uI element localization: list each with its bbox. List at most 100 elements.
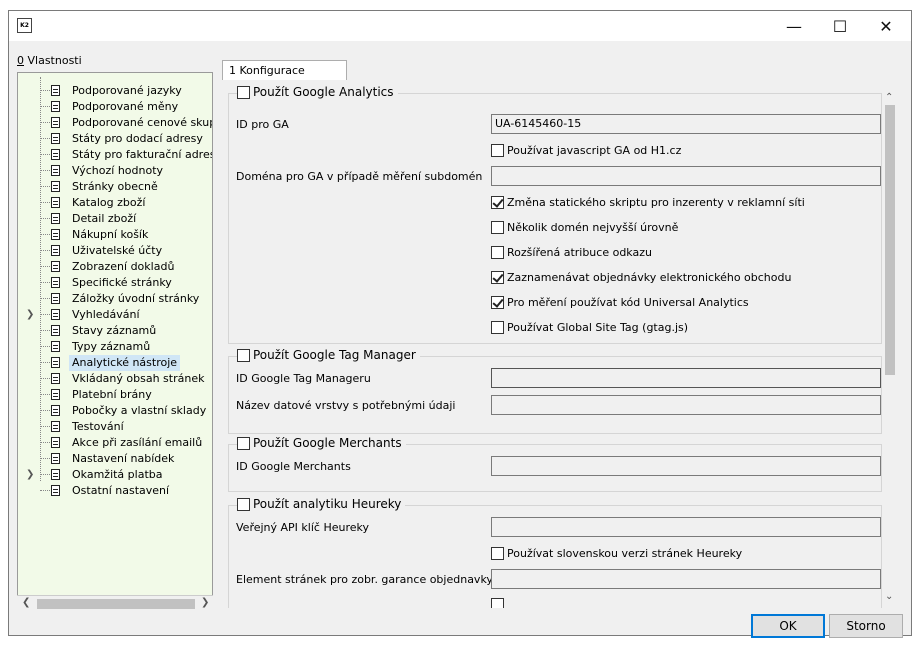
- document-icon: [51, 453, 60, 464]
- gtm-group: Použít Google Tag Manager ID Google Tag …: [228, 348, 882, 434]
- expand-chevron-icon[interactable]: ❯: [26, 467, 34, 483]
- tree-item-label: Záložky úvodní stránky: [72, 292, 200, 305]
- tree-connector: [40, 202, 50, 203]
- gtm-id-label: ID Google Tag Manageru: [236, 372, 371, 385]
- document-icon: [51, 389, 60, 400]
- tree-item-label: Specifické stránky: [72, 276, 172, 289]
- document-icon: [51, 117, 60, 128]
- ok-button[interactable]: OK: [751, 614, 825, 638]
- maximize-button[interactable]: ☐: [817, 11, 863, 41]
- document-icon: [51, 421, 60, 432]
- ga-ecommerce-label: Zaznamenávat objednávky elektronického o…: [507, 271, 792, 284]
- tree-connector: [40, 122, 50, 123]
- ga-ecommerce-row[interactable]: Zaznamenávat objednávky elektronického o…: [491, 271, 791, 284]
- document-icon: [51, 245, 60, 256]
- content-scroll-thumb[interactable]: [885, 105, 895, 375]
- sidebar-title: 0 Vlastnosti: [17, 54, 82, 67]
- tree-connector: [40, 346, 50, 347]
- tree-item-label: Uživatelské účty: [72, 244, 163, 257]
- heureka-header[interactable]: Použít analytiku Heureky: [237, 497, 406, 511]
- ga-domain-input[interactable]: [491, 166, 881, 186]
- ga-link-attr-checkbox[interactable]: [491, 246, 504, 259]
- document-icon: [51, 165, 60, 176]
- ga-multi-domain-checkbox[interactable]: [491, 221, 504, 234]
- tree-horizontal-scrollbar[interactable]: ❮ ❯: [17, 595, 213, 612]
- tree-item-label: Nákupní košík: [72, 228, 149, 241]
- ga-gtag-checkbox[interactable]: [491, 321, 504, 334]
- merchants-enable-checkbox[interactable]: [237, 436, 250, 450]
- tree-item-label: Stavy záznamů: [72, 324, 157, 337]
- properties-tree[interactable]: Podporované jazyky Podporované měny Podpor…: [17, 72, 213, 605]
- tree-item-label: Státy pro dodací adresy: [72, 132, 203, 145]
- expand-chevron-icon[interactable]: ❯: [26, 307, 34, 323]
- tree-item-label: Vkládaný obsah stránek: [72, 372, 205, 385]
- ga-gtag-label: Používat Global Site Tag (gtag.js): [507, 321, 689, 334]
- tree-scroll-thumb[interactable]: [37, 599, 195, 609]
- gtm-enable-checkbox[interactable]: [237, 348, 250, 362]
- tree-connector: [40, 154, 50, 155]
- merchants-group: Použít Google Merchants ID Google Mercha…: [228, 436, 882, 492]
- tree-connector: [40, 106, 50, 107]
- heureka-element-label: Element stránek pro zobr. garance objedn…: [236, 573, 493, 586]
- gtm-header-label: Použít Google Tag Manager: [253, 348, 416, 362]
- tree-item-label: Akce při zasílání emailů: [72, 436, 203, 449]
- heureka-slovak-checkbox[interactable]: [491, 547, 504, 560]
- merchants-header[interactable]: Použít Google Merchants: [237, 436, 406, 450]
- document-icon: [51, 85, 60, 96]
- document-icon: [51, 133, 60, 144]
- tree-item-label: Zobrazení dokladů: [72, 260, 175, 273]
- ga-header[interactable]: Použít Google Analytics: [237, 85, 398, 99]
- ga-static-script-checkbox[interactable]: [491, 196, 504, 209]
- tree-connector: [40, 234, 50, 235]
- tree-connector: [40, 458, 50, 459]
- ga-link-attr-row[interactable]: Rozšířená atribuce odkazu: [491, 246, 652, 259]
- close-button[interactable]: ✕: [863, 11, 909, 41]
- document-icon: [51, 341, 60, 352]
- gtm-header[interactable]: Použít Google Tag Manager: [237, 348, 420, 362]
- ga-enable-checkbox[interactable]: [237, 85, 250, 99]
- scroll-right-icon[interactable]: ❯: [201, 597, 209, 608]
- ga-id-input[interactable]: UA-6145460-15: [491, 114, 881, 134]
- ga-universal-row[interactable]: Pro měření používat kód Universal Analyt…: [491, 296, 749, 309]
- heureka-extra-row[interactable]: [491, 598, 507, 608]
- ga-multi-domain-row[interactable]: Několik domén nejvyšší úrovně: [491, 221, 678, 234]
- heureka-enable-checkbox[interactable]: [237, 497, 250, 511]
- document-icon: [51, 373, 60, 384]
- tree-connector: [40, 410, 50, 411]
- tab-configuration[interactable]: 1 Konfigurace analy...: [222, 60, 347, 97]
- document-icon: [51, 261, 60, 272]
- tree-connector: [40, 426, 50, 427]
- ga-h1-row[interactable]: Používat javascript GA od H1.cz: [491, 144, 681, 157]
- gtm-id-input[interactable]: [491, 368, 881, 388]
- merchants-id-input[interactable]: [491, 456, 881, 476]
- tree-item-label: Podporované cenové skupiny: [72, 116, 212, 129]
- gtm-datalayer-input[interactable]: [491, 395, 881, 415]
- sidebar-title-accel: 0: [17, 54, 24, 67]
- document-icon: [51, 437, 60, 448]
- tree-item-label: Státy pro fakturační adresy: [72, 148, 213, 161]
- document-icon: [51, 101, 60, 112]
- ga-ecommerce-checkbox[interactable]: [491, 271, 504, 284]
- ga-universal-checkbox[interactable]: [491, 296, 504, 309]
- tree-connector: [40, 394, 50, 395]
- tree-connector: [40, 362, 50, 363]
- scroll-left-icon[interactable]: ❮: [22, 597, 30, 608]
- scroll-down-icon[interactable]: ⌄: [885, 591, 893, 602]
- ga-gtag-row[interactable]: Používat Global Site Tag (gtag.js): [491, 321, 688, 334]
- heureka-element-input[interactable]: [491, 569, 881, 589]
- content-vertical-scrollbar[interactable]: ⌃ ⌄: [882, 91, 899, 607]
- document-icon: [51, 469, 60, 480]
- document-icon: [51, 325, 60, 336]
- heureka-slovak-row[interactable]: Používat slovenskou verzi stránek Heurek…: [491, 547, 742, 560]
- tree-item-label: Detail zboží: [72, 212, 137, 225]
- minimize-button[interactable]: —: [771, 11, 817, 41]
- ga-h1-checkbox[interactable]: [491, 144, 504, 157]
- document-icon: [51, 181, 60, 192]
- heureka-extra-checkbox[interactable]: [491, 598, 504, 608]
- tree-item-label: Nastavení nabídek: [72, 452, 175, 465]
- cancel-button[interactable]: Storno: [829, 614, 903, 638]
- document-icon: [51, 149, 60, 160]
- heureka-api-input[interactable]: [491, 517, 881, 537]
- ga-static-script-row[interactable]: Změna statického skriptu pro inzerenty v…: [491, 196, 805, 209]
- scroll-up-icon[interactable]: ⌃: [885, 92, 893, 103]
